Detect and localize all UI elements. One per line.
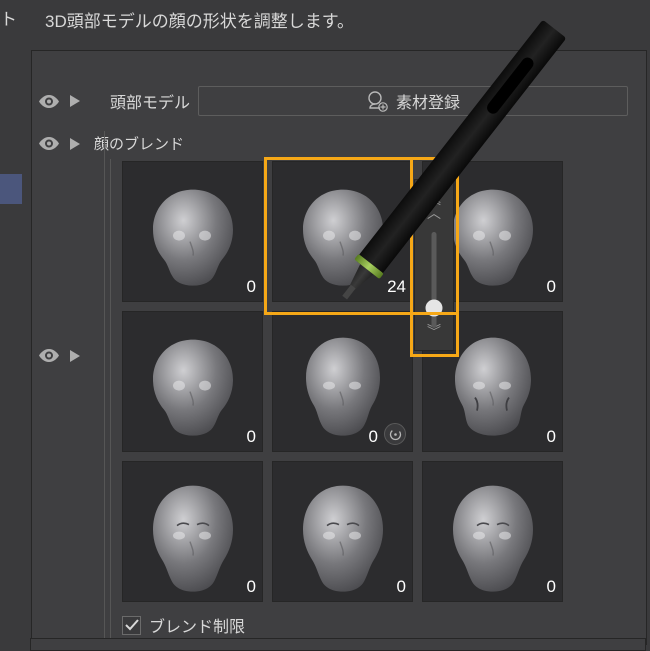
bottom-bar [30,638,646,651]
blend-value: 0 [547,277,556,297]
blend-value: 0 [397,577,406,597]
blend-limit-label: ブレンド制限 [149,613,245,637]
head-thumbnail [433,469,553,599]
head-thumbnail [283,469,403,599]
blend-value: 0 [369,427,378,447]
selection-indicator [0,174,22,204]
visibility-toggle[interactable] [36,89,62,113]
face-blend-cell[interactable]: 0 [422,461,563,602]
register-material-button[interactable]: 素材登録 [198,86,628,116]
blend-limit-row: ブレンド制限 [122,613,245,637]
face-blend-cell[interactable]: 0 [122,461,263,602]
section-row: 顔のブレンド [32,129,646,158]
register-label: 素材登録 [396,89,460,113]
blend-value: 0 [247,427,256,447]
header-row: 頭部モデル 素材登録 [32,83,646,119]
tree-line [104,131,105,644]
face-blend-label: 顔のブレンド [94,133,184,154]
blend-value: 0 [547,577,556,597]
head-add-icon [366,90,388,112]
model-label: 頭部モデル [110,89,190,113]
face-blend-cell[interactable]: 0 [122,161,263,302]
timer-icon[interactable] [384,423,406,445]
expand-toggle[interactable] [64,132,86,156]
tree-line [110,159,111,639]
slider-thumb[interactable] [426,300,443,317]
blend-value: 0 [547,427,556,447]
face-blend-cell[interactable]: 0 [272,311,413,452]
head-thumbnail [133,319,253,449]
face-blend-cell[interactable]: 0 [122,311,263,452]
face-blend-grid: 0 24 0 0 [122,161,563,602]
truncated-text: ト [0,5,17,30]
head-thumbnail [133,169,253,299]
blend-value: 24 [387,277,406,297]
face-blend-cell[interactable]: 0 [272,461,413,602]
expand-toggle[interactable] [64,89,86,113]
expand-toggle[interactable] [64,344,86,368]
head-thumbnail [133,469,253,599]
head-model-panel: 頭部モデル 素材登録 顔のブレンド 0 [31,50,647,645]
blend-value: 0 [247,277,256,297]
blend-limit-checkbox[interactable] [122,616,141,635]
blend-value: 0 [247,577,256,597]
visibility-toggle[interactable] [36,132,62,156]
visibility-toggle[interactable] [36,344,62,368]
panel-description: 3D頭部モデルの顔の形状を調整します。 [45,7,354,32]
